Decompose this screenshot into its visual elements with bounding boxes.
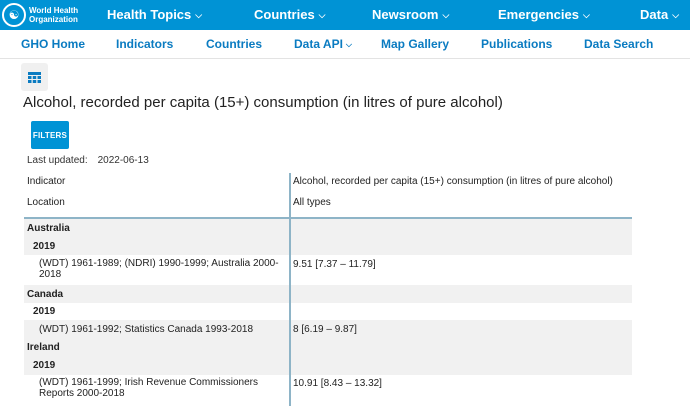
sub-nav-bar: GHO Home Indicators Countries Data API ⌵ …	[0, 30, 690, 59]
table-view-button[interactable]	[21, 63, 48, 91]
header-divider	[24, 217, 632, 219]
location-filter-value: All types	[293, 197, 331, 208]
year-cell: 2019	[33, 306, 56, 317]
filters-button[interactable]: FILTERS	[31, 121, 69, 149]
value-cell: 8 [6.19 – 9.87]	[293, 324, 357, 335]
value-cell: 10.91 [8.43 – 13.32]	[293, 378, 382, 389]
last-updated: Last updated: 2022-06-13	[27, 155, 149, 166]
topnav-health-topics[interactable]: Health Topics ⌵	[107, 0, 202, 30]
subnav-indicators[interactable]: Indicators	[116, 30, 173, 58]
data-table: Indicator Alcohol, recorded per capita (…	[24, 170, 632, 406]
source-cell: (WDT) 1961-1999; Irish Revenue Commissio…	[39, 377, 258, 399]
last-updated-label: Last updated:	[27, 155, 88, 166]
page-title: Alcohol, recorded per capita (15+) consu…	[23, 94, 503, 111]
location-band	[24, 219, 632, 237]
value-cell: 9.51 [7.37 – 11.79]	[293, 259, 376, 270]
location-name: Canada	[27, 289, 64, 300]
subnav-gho-home[interactable]: GHO Home	[21, 30, 85, 58]
location-name: Ireland	[27, 342, 60, 353]
column-divider	[289, 173, 291, 406]
topnav-countries[interactable]: Countries ⌵	[254, 0, 326, 30]
source-cell: (WDT) 1961-1992; Statistics Canada 1993-…	[39, 324, 254, 335]
chevron-down-icon: ⌵	[318, 10, 326, 20]
indicator-value: Alcohol, recorded per capita (15+) consu…	[293, 176, 613, 187]
topnav-newsroom[interactable]: Newsroom ⌵	[372, 0, 449, 30]
subnav-data-search[interactable]: Data Search	[584, 30, 653, 58]
chevron-down-icon: ⌵	[345, 40, 352, 49]
chevron-down-icon: ⌵	[442, 10, 450, 20]
topnav-data[interactable]: Data ⌵	[640, 0, 679, 30]
subnav-data-api[interactable]: Data API ⌵	[294, 30, 352, 58]
subnav-publications[interactable]: Publications	[481, 30, 552, 58]
year-cell: 2019	[33, 360, 56, 371]
top-nav-bar: ☯ World Health Organization Health Topic…	[0, 0, 690, 30]
location-band	[24, 339, 632, 357]
location-label: Location	[27, 197, 65, 208]
subnav-map-gallery[interactable]: Map Gallery	[381, 30, 449, 58]
year-band	[24, 357, 632, 375]
location-band	[24, 285, 632, 303]
subnav-countries[interactable]: Countries	[206, 30, 262, 58]
table-grid-icon	[28, 71, 41, 83]
source-cell: (WDT) 1961-1989; (NDRI) 1990-1999; Austr…	[39, 258, 279, 280]
last-updated-value: 2022-06-13	[97, 155, 149, 166]
year-cell: 2019	[33, 241, 56, 252]
chevron-down-icon: ⌵	[195, 10, 203, 20]
topnav-emergencies[interactable]: Emergencies ⌵	[498, 0, 590, 30]
location-name: Australia	[27, 223, 70, 234]
indicator-label: Indicator	[27, 176, 66, 187]
chevron-down-icon: ⌵	[582, 10, 590, 20]
year-band	[24, 237, 632, 255]
chevron-down-icon: ⌵	[672, 10, 680, 20]
